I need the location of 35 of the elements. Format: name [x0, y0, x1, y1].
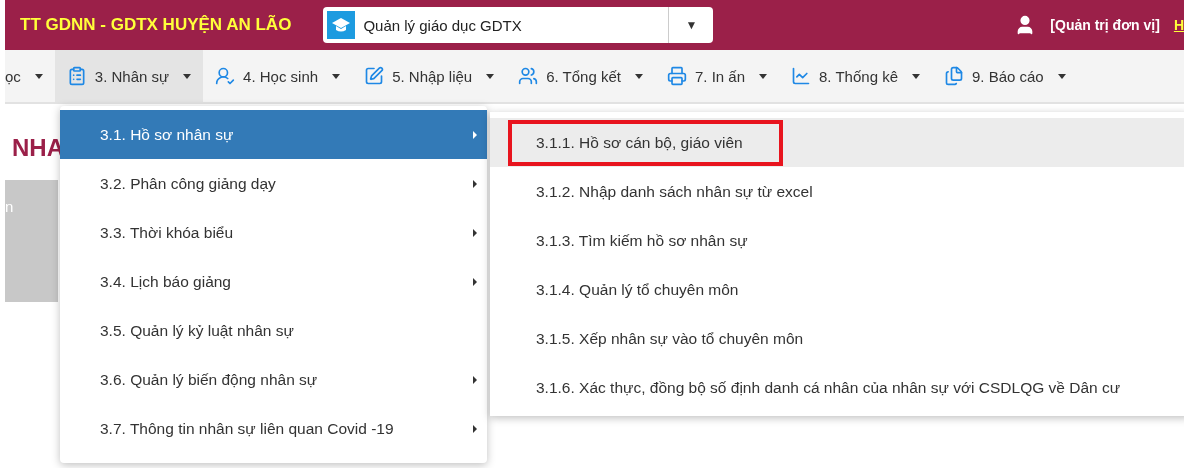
nav-menu-item[interactable]: ọc [5, 50, 55, 102]
caret-icon [759, 73, 768, 79]
caret-icon [912, 73, 920, 79]
header-link[interactable]: H [1173, 17, 1184, 33]
nav-menu-item[interactable]: 7. In ấn [655, 50, 780, 102]
student-check-icon [215, 66, 236, 86]
site-title: TT GDNN - GDTX HUYỆN AN LÃO [20, 15, 292, 35]
caret-icon [332, 73, 341, 79]
graduation-cap-icon [327, 11, 356, 39]
line-chart-icon [791, 66, 812, 86]
caret-icon [183, 73, 192, 79]
edit-icon [364, 66, 385, 86]
printer-icon [667, 66, 687, 86]
nav-menu-item[interactable]: 5. Nhập liệu [352, 50, 507, 102]
submenu-item[interactable]: 3.1.1. Hồ sơ cán bộ, giáo viên [490, 118, 1184, 167]
caret-icon [1057, 73, 1066, 79]
group-icon [518, 66, 539, 86]
documents-icon [944, 66, 964, 86]
nav-menu-item[interactable]: 8. Thống kê [779, 50, 932, 102]
caret-icon [486, 73, 495, 79]
nav-menu-item[interactable]: 9. Báo cáo [932, 50, 1078, 102]
menu-item[interactable]: 3.4. Lịch báo giảng [60, 257, 487, 306]
user-role: [Quản trị đơn vị] [1050, 17, 1160, 33]
menu-item[interactable]: 3.2. Phân công giảng dạy [60, 159, 487, 208]
module-select[interactable]: Quản lý giáo dục GDTX ▼ [323, 7, 714, 43]
nav-menu-item[interactable]: 4. Học sinh [203, 50, 353, 102]
caret-icon [635, 73, 643, 79]
menu-item[interactable]: 3.5. Quản lý kỷ luật nhân sự [60, 306, 487, 355]
menu-item[interactable]: 3.3. Thời khóa biểu [60, 208, 487, 257]
nav-menu-item[interactable]: 6. Tổng kết [506, 50, 655, 102]
caret-icon [34, 73, 43, 79]
menu-item[interactable]: 3.6. Quản lý biến động nhân sự [60, 355, 487, 404]
nav-menu-item[interactable]: 3. Nhân sự [54, 50, 204, 102]
menu-item[interactable]: 3.1. Hồ sơ nhân sự [60, 110, 487, 159]
menu-item[interactable]: 3.7. Thông tin nhân sự liên quan Covid -19 [60, 404, 487, 453]
